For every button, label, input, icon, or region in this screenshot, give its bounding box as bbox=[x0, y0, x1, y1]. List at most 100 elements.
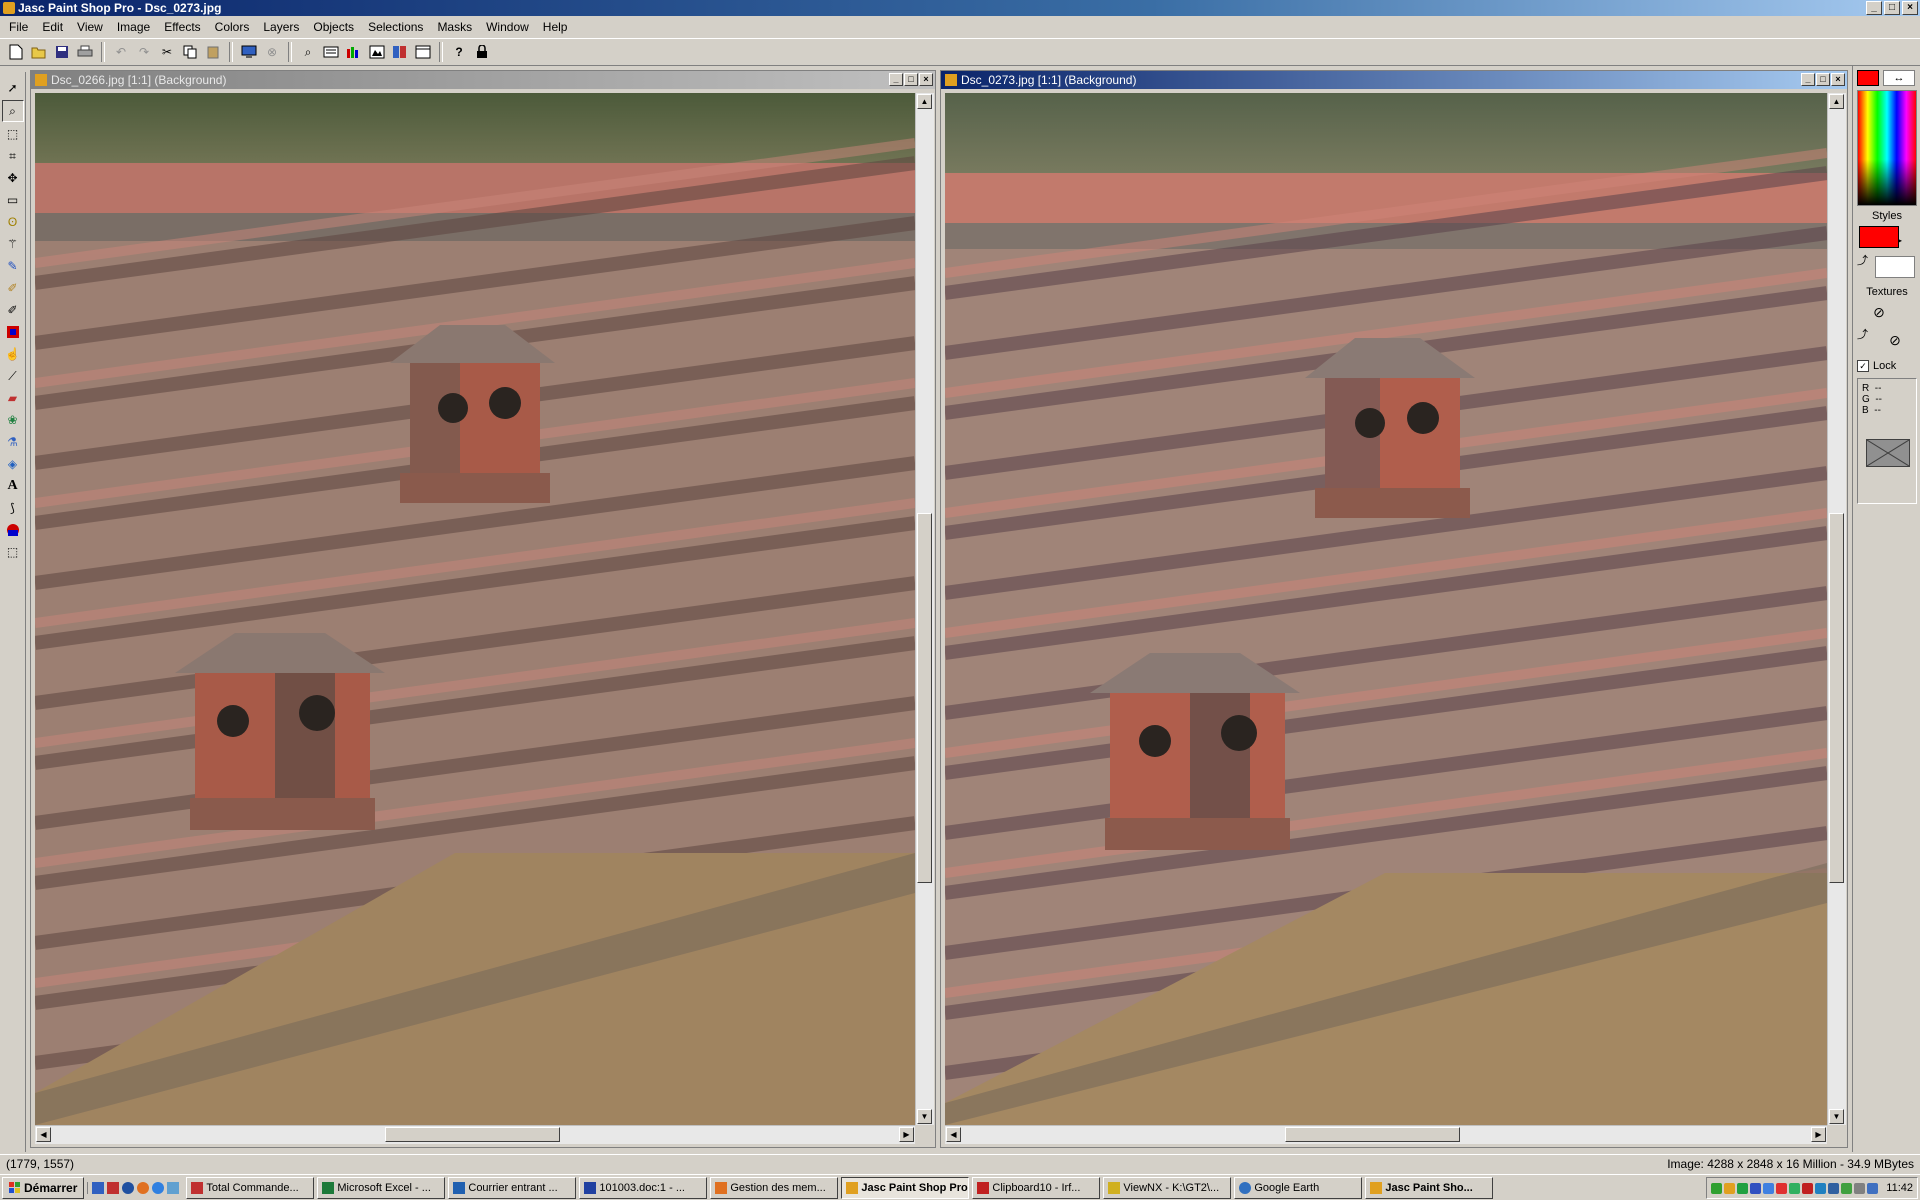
horizontal-scrollbar[interactable]: ◀ ▶ bbox=[945, 1125, 1827, 1144]
color-replacer-tool-icon[interactable] bbox=[3, 322, 23, 342]
lock-icon[interactable] bbox=[472, 42, 492, 62]
doc-maximize-button[interactable]: □ bbox=[1816, 73, 1830, 86]
paintbrush-tool-icon[interactable]: ✐ bbox=[3, 278, 23, 298]
dropper-tool-icon[interactable]: ✎ bbox=[3, 256, 23, 276]
crop-tool-icon[interactable]: ⌗ bbox=[3, 146, 23, 166]
browse-icon[interactable] bbox=[239, 42, 259, 62]
menu-file[interactable]: File bbox=[2, 17, 35, 37]
horizontal-scrollbar[interactable]: ◀ ▶ bbox=[35, 1125, 915, 1144]
menu-effects[interactable]: Effects bbox=[157, 17, 207, 37]
close-button[interactable]: × bbox=[1902, 1, 1918, 15]
menu-image[interactable]: Image bbox=[110, 17, 157, 37]
object-selector-tool-icon[interactable]: ⬚ bbox=[3, 542, 23, 562]
twain-icon[interactable]: ⊗ bbox=[262, 42, 282, 62]
tray-icon-4[interactable] bbox=[1750, 1182, 1762, 1194]
taskbar-item-mail[interactable]: Courrier entrant ... bbox=[448, 1176, 577, 1199]
menu-masks[interactable]: Masks bbox=[430, 17, 479, 37]
scroll-left-arrow[interactable]: ◀ bbox=[946, 1127, 961, 1142]
swap-styles-icon[interactable]: ⤴ bbox=[1857, 252, 1871, 267]
taskbar-item-excel[interactable]: Microsoft Excel - ... bbox=[317, 1176, 446, 1199]
tray-icon-6[interactable] bbox=[1776, 1182, 1788, 1194]
deform-tool-icon[interactable]: ⬚ bbox=[3, 124, 23, 144]
quick-launch-app-icon[interactable] bbox=[107, 1181, 120, 1194]
taskbar-item-paint-shop-pro-2[interactable]: Jasc Paint Sho... bbox=[1365, 1176, 1494, 1199]
freehand-tool-icon[interactable]: ʘ bbox=[3, 212, 23, 232]
vertical-scrollbar[interactable]: ▲ ▼ bbox=[1827, 93, 1846, 1125]
zoom-tool-icon[interactable]: ⌕ bbox=[1, 100, 24, 122]
overview-icon[interactable] bbox=[390, 42, 410, 62]
menu-layers[interactable]: Layers bbox=[256, 17, 306, 37]
taskbar-item-total-commander[interactable]: Total Commande... bbox=[186, 1176, 315, 1199]
clock[interactable]: 11:42 bbox=[1886, 1182, 1913, 1194]
preset-shapes-tool-icon[interactable] bbox=[3, 520, 23, 540]
start-button[interactable]: Démarrer bbox=[2, 1176, 85, 1199]
show-desktop-icon[interactable] bbox=[92, 1181, 105, 1194]
browser-icon[interactable] bbox=[122, 1181, 135, 1194]
firefox-icon[interactable] bbox=[137, 1181, 150, 1194]
minimize-button[interactable]: _ bbox=[1866, 1, 1882, 15]
taskbar-item-irfanview[interactable]: Clipboard10 - Irf... bbox=[972, 1176, 1101, 1199]
taskbar-item-google-earth[interactable]: Google Earth bbox=[1234, 1176, 1363, 1199]
zoom-icon[interactable]: ⌕ bbox=[298, 42, 318, 62]
tray-icon-3[interactable] bbox=[1737, 1182, 1749, 1194]
menu-selections[interactable]: Selections bbox=[361, 17, 430, 37]
cut-icon[interactable]: ✂ bbox=[157, 42, 177, 62]
taskbar-item-viewnx[interactable]: ViewNX - K:\GT2\... bbox=[1103, 1176, 1232, 1199]
taskbar-item-paint-shop-pro[interactable]: Jasc Paint Shop Pro bbox=[841, 1176, 970, 1199]
doc-close-button[interactable]: × bbox=[1831, 73, 1845, 86]
taskbar-item-firefox[interactable]: Gestion des mem... bbox=[710, 1176, 839, 1199]
restore-button[interactable]: □ bbox=[1884, 1, 1900, 15]
tray-icon-11[interactable] bbox=[1841, 1182, 1853, 1194]
scroll-left-arrow[interactable]: ◀ bbox=[36, 1127, 51, 1142]
menu-help[interactable]: Help bbox=[536, 17, 575, 37]
text-tool-icon[interactable]: A bbox=[3, 476, 23, 496]
menu-view[interactable]: View bbox=[70, 17, 110, 37]
scroll-up-arrow[interactable]: ▲ bbox=[1829, 94, 1844, 109]
tray-icon-1[interactable] bbox=[1711, 1182, 1723, 1194]
horizontal-scroll-thumb[interactable] bbox=[385, 1127, 560, 1142]
picture-tube-tool-icon[interactable]: ❀ bbox=[3, 410, 23, 430]
document-window-dsc0266[interactable]: Dsc_0266.jpg [1:1] (Background) _ □ × ▲ … bbox=[30, 70, 936, 1148]
print-icon[interactable] bbox=[75, 42, 95, 62]
tool-options-icon[interactable] bbox=[413, 42, 433, 62]
foreground-style-swatch[interactable] bbox=[1859, 226, 1899, 248]
foreground-texture-none-icon[interactable]: ⊘ bbox=[1859, 302, 1899, 322]
color-picker-spectrum[interactable] bbox=[1857, 90, 1917, 206]
background-style-swatch[interactable] bbox=[1875, 256, 1915, 278]
scroll-right-arrow[interactable]: ▶ bbox=[899, 1127, 914, 1142]
paste-icon[interactable] bbox=[203, 42, 223, 62]
scroll-down-arrow[interactable]: ▼ bbox=[917, 1109, 932, 1124]
tray-icon-7[interactable] bbox=[1789, 1182, 1801, 1194]
menu-colors[interactable]: Colors bbox=[208, 17, 257, 37]
undo-icon[interactable]: ↶ bbox=[111, 42, 131, 62]
vertical-scroll-thumb[interactable] bbox=[917, 513, 932, 883]
internet-explorer-icon[interactable] bbox=[152, 1181, 165, 1194]
flood-fill-tool-icon[interactable]: ◈ bbox=[3, 454, 23, 474]
network-icon[interactable] bbox=[1854, 1182, 1866, 1194]
tray-icon-9[interactable] bbox=[1815, 1182, 1827, 1194]
style-dropdown-arrow-icon[interactable]: ▸ bbox=[1898, 236, 1906, 246]
taskbar-item-word-doc[interactable]: 101003.doc:1 - ... bbox=[579, 1176, 708, 1199]
tray-icon-8[interactable] bbox=[1802, 1182, 1814, 1194]
tray-icon-5[interactable] bbox=[1763, 1182, 1775, 1194]
lock-checkbox[interactable]: ✓ Lock bbox=[1857, 358, 1919, 374]
magic-wand-tool-icon[interactable]: ⚚ bbox=[3, 234, 23, 254]
scratch-remover-tool-icon[interactable]: ⟋ bbox=[3, 366, 23, 386]
horizontal-scroll-thumb[interactable] bbox=[1285, 1127, 1460, 1142]
swap-colors-icon[interactable]: ↔ bbox=[1883, 70, 1915, 86]
selection-tool-icon[interactable]: ▭ bbox=[3, 190, 23, 210]
histogram-icon[interactable] bbox=[344, 42, 364, 62]
redo-icon[interactable]: ↷ bbox=[134, 42, 154, 62]
doc-minimize-button[interactable]: _ bbox=[1801, 73, 1815, 86]
draw-tool-icon[interactable]: ⟆ bbox=[3, 498, 23, 518]
save-icon[interactable] bbox=[52, 42, 72, 62]
help-icon[interactable]: ? bbox=[449, 42, 469, 62]
layers-palette-icon[interactable] bbox=[321, 42, 341, 62]
background-texture-none-icon[interactable]: ⊘ bbox=[1875, 330, 1915, 350]
clone-brush-tool-icon[interactable]: ✐ bbox=[3, 300, 23, 320]
volume-icon[interactable] bbox=[1867, 1182, 1879, 1194]
tray-icon-2[interactable] bbox=[1724, 1182, 1736, 1194]
copy-icon[interactable] bbox=[180, 42, 200, 62]
bluetooth-icon[interactable] bbox=[1828, 1182, 1840, 1194]
doc-maximize-button[interactable]: □ bbox=[904, 73, 918, 86]
